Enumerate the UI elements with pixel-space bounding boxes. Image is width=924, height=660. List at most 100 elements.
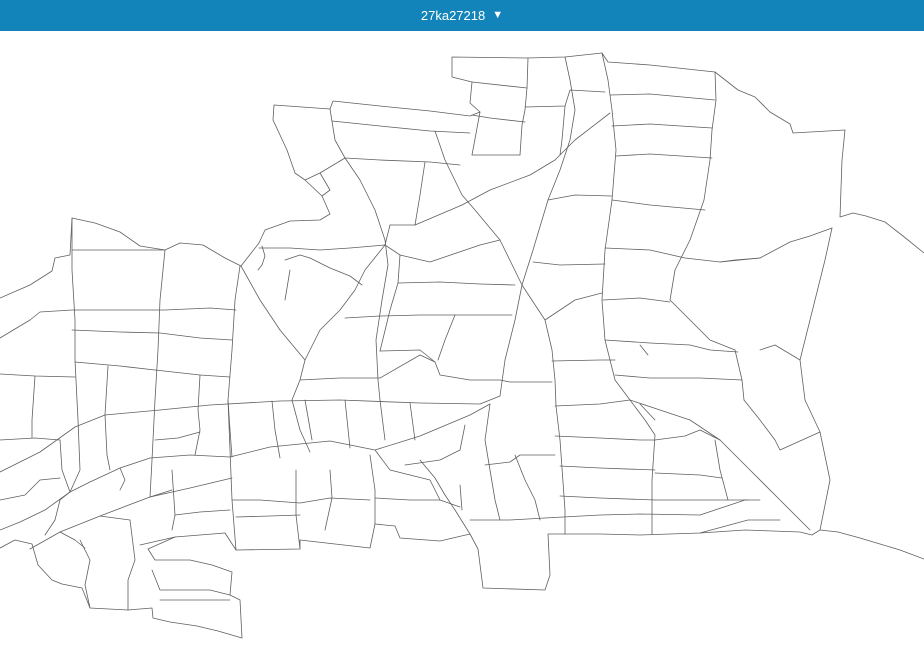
top-header-bar: 27ka27218 ▼: [0, 0, 924, 31]
road-33: [414, 161, 463, 226]
road-57: [369, 454, 376, 525]
road-64: [484, 454, 556, 466]
road-77: [609, 93, 716, 101]
boundary-map: [0, 52, 924, 639]
road-53: [149, 489, 173, 498]
map-selector-dropdown[interactable]: 27ka27218 ▼: [415, 5, 509, 26]
road-55: [295, 469, 301, 550]
road-11: [759, 344, 831, 531]
road-29: [344, 157, 461, 166]
road-5: [461, 112, 611, 206]
road-38: [309, 257, 363, 286]
road-15: [0, 307, 237, 339]
road-41: [379, 349, 436, 363]
map-canvas[interactable]: [0, 31, 924, 660]
road-68: [559, 465, 656, 471]
road-76: [611, 123, 713, 129]
road-44: [271, 400, 281, 459]
road-63: [484, 403, 501, 521]
road-106: [639, 344, 649, 356]
road-61: [374, 497, 441, 501]
road-31: [304, 157, 346, 181]
road-2: [0, 403, 491, 531]
road-28: [329, 108, 389, 401]
road-56: [324, 469, 333, 531]
road-109: [719, 257, 761, 263]
road-94: [559, 105, 566, 156]
road-60: [419, 459, 471, 535]
road-46: [304, 399, 313, 441]
road-52: [171, 469, 176, 531]
road-36: [344, 314, 513, 319]
road-73: [532, 261, 606, 266]
road-97: [0, 477, 61, 501]
road-66: [514, 454, 541, 521]
road-105: [639, 403, 656, 421]
road-103: [139, 536, 176, 546]
road-14: [69, 217, 81, 493]
road-79: [604, 227, 833, 263]
outer-boundary: [0, 52, 924, 299]
road-71: [551, 359, 616, 362]
road-24: [154, 431, 201, 441]
road-26: [304, 224, 391, 361]
road-93: [524, 89, 606, 108]
road-98: [79, 539, 91, 609]
road-48: [379, 399, 386, 441]
road-75: [615, 153, 713, 159]
road-8: [669, 71, 745, 401]
road-9: [629, 399, 811, 531]
road-42: [437, 314, 456, 361]
road-84: [654, 472, 723, 479]
road-12: [227, 265, 241, 551]
road-6: [499, 56, 576, 397]
road-50: [231, 497, 371, 504]
road-35: [397, 281, 516, 286]
road-13: [149, 249, 166, 498]
road-19: [0, 437, 61, 441]
road-100: [59, 531, 86, 549]
road-99: [99, 515, 136, 611]
road-16: [71, 329, 233, 341]
road-108: [257, 245, 266, 271]
road-95: [119, 467, 126, 491]
road-51: [235, 514, 301, 518]
road-67: [554, 435, 656, 441]
map-title: 27ka27218: [420, 8, 486, 23]
road-49: [409, 402, 416, 441]
road-30: [331, 120, 471, 134]
road-80: [602, 297, 671, 303]
road-65: [469, 499, 761, 521]
road-23: [194, 374, 201, 456]
road-81: [604, 339, 739, 353]
road-90: [471, 114, 526, 123]
road-21: [31, 375, 36, 439]
road-10: [799, 227, 833, 361]
road-27: [258, 239, 501, 263]
road-47: [344, 399, 351, 449]
road-37: [299, 354, 553, 383]
road-62: [459, 484, 463, 511]
road-70: [554, 399, 631, 407]
road-3: [29, 477, 233, 550]
road-83: [654, 429, 721, 441]
road-22: [104, 365, 111, 471]
road-4: [434, 130, 566, 535]
road-17: [74, 361, 231, 378]
triangle-down-icon[interactable]: ▼: [492, 10, 503, 21]
outer-boundary-south: [0, 523, 924, 639]
road-86: [714, 439, 729, 501]
road-69: [559, 495, 656, 501]
road-92: [471, 111, 481, 156]
road-18: [0, 373, 76, 378]
road-82: [614, 374, 743, 381]
road-72: [544, 292, 603, 321]
road-74: [547, 194, 613, 201]
road-78: [611, 199, 706, 211]
road-54: [174, 509, 231, 516]
road-101: [151, 569, 231, 596]
road-43: [379, 254, 401, 352]
road-32: [319, 172, 331, 197]
road-25: [240, 265, 306, 401]
road-96: [44, 439, 71, 536]
